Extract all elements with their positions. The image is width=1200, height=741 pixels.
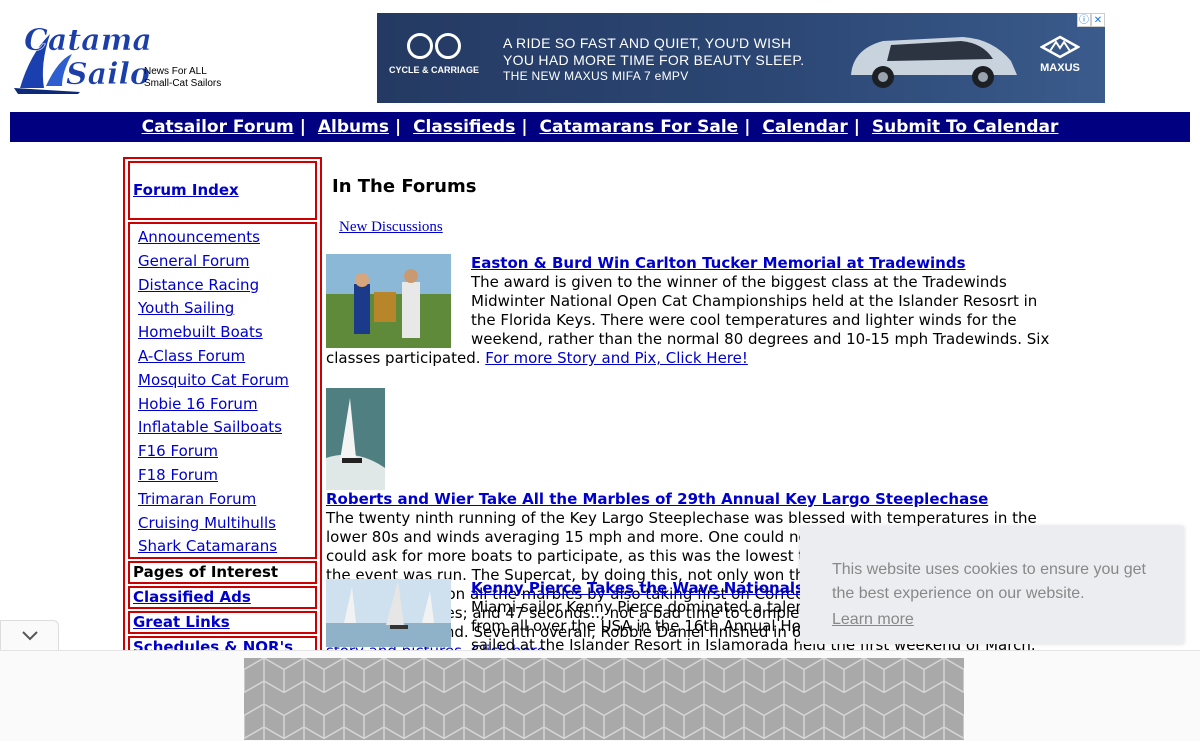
tagline-line-2: Small-Cat Sailors xyxy=(144,78,222,89)
collapse-ad-button[interactable] xyxy=(0,620,59,651)
great-links-link[interactable]: Great Links xyxy=(133,613,230,631)
sidebar-item-mosquito-cat-forum[interactable]: Mosquito Cat Forum xyxy=(138,369,315,393)
sidebar-item-homebuilt-boats[interactable]: Homebuilt Boats xyxy=(138,321,315,345)
pages-of-interest-heading: Pages of Interest xyxy=(133,563,279,581)
article-thumbnail[interactable] xyxy=(326,254,451,348)
article-title[interactable]: Easton & Burd Win Carlton Tucker Memoria… xyxy=(471,254,966,273)
cookie-message: This website uses cookies to ensure you … xyxy=(832,561,1146,602)
sidebar-item-inflatable-sailboats[interactable]: Inflatable Sailboats xyxy=(138,416,315,440)
ad-line-1: A RIDE SO FAST AND QUIET, YOU'D WISH xyxy=(503,35,792,51)
cookie-learn-more-link[interactable]: Learn more xyxy=(832,611,914,629)
sidebar-item-hobie-16-forum[interactable]: Hobie 16 Forum xyxy=(138,393,315,417)
article-thumbnail[interactable] xyxy=(326,388,385,490)
logo-graphic: Catamaran Sailor xyxy=(14,23,209,96)
page-title: In The Forums xyxy=(332,176,477,197)
nav-separator: | xyxy=(744,117,751,137)
site-logo[interactable]: Catamaran Sailor News For ALL Small-Cat … xyxy=(10,14,230,96)
article-thumbnail[interactable] xyxy=(326,579,451,647)
logo-tagline: News For ALL Small-Cat Sailors xyxy=(144,66,221,90)
sidebar-item-announcements[interactable]: Announcements xyxy=(138,226,315,250)
classified-ads-link[interactable]: Classified Ads xyxy=(133,588,251,606)
nav-calendar[interactable]: Calendar xyxy=(762,117,847,137)
sidebar: Forum Index Announcements General Forum … xyxy=(123,157,322,657)
forum-list: Announcements General Forum Distance Rac… xyxy=(128,222,317,559)
sidebar-item-a-class-forum[interactable]: A-Class Forum xyxy=(138,345,315,369)
sidebar-item-f16-forum[interactable]: F16 Forum xyxy=(138,440,315,464)
sidebar-item-trimaran-forum[interactable]: Trimaran Forum xyxy=(138,488,315,512)
ad-pattern-image xyxy=(244,658,964,740)
sidebar-item-cruising-multihulls[interactable]: Cruising Multihulls xyxy=(138,512,315,536)
pages-of-interest-box: Pages of Interest xyxy=(128,561,317,584)
close-icon[interactable]: ✕ xyxy=(1091,13,1105,27)
ad-brand-left: CYCLE & CARRIAGE xyxy=(389,33,479,75)
chevron-down-icon xyxy=(21,631,38,641)
maxus-logo-icon xyxy=(1039,35,1081,59)
nav-separator: | xyxy=(853,117,860,137)
nav-separator: | xyxy=(299,117,306,137)
forum-index-link[interactable]: Forum Index xyxy=(133,181,239,199)
top-banner-ad[interactable]: CYCLE & CARRIAGE A RIDE SO FAST AND QUIE… xyxy=(377,13,1105,103)
ad-line-3: THE NEW MAXUS MIFA 7 eMPV xyxy=(503,69,689,83)
sidebar-item-distance-racing[interactable]: Distance Racing xyxy=(138,274,315,298)
forum-index-box: Forum Index xyxy=(128,161,317,220)
ad-brand-right: MAXUS xyxy=(1025,35,1095,74)
article-title[interactable]: Roberts and Wier Take All the Marbles of… xyxy=(326,490,988,509)
sidebar-item-f18-forum[interactable]: F18 Forum xyxy=(138,464,315,488)
cycle-carriage-logo-icon xyxy=(389,33,479,59)
article-item: Easton & Burd Win Carlton Tucker Memoria… xyxy=(326,254,1066,368)
nav-separator: | xyxy=(521,117,528,137)
bottom-banner-ad[interactable] xyxy=(244,658,964,740)
article-read-more-link[interactable]: For more Story and Pix, Click Here! xyxy=(485,349,748,367)
great-links-box: Great Links xyxy=(128,611,317,634)
ad-brand-left-label: CYCLE & CARRIAGE xyxy=(389,65,480,75)
ad-brand-right-label: MAXUS xyxy=(1040,62,1080,74)
new-discussions-link[interactable]: New Discussions xyxy=(339,218,443,237)
nav-catamarans-for-sale[interactable]: Catamarans For Sale xyxy=(539,117,738,137)
sidebar-item-shark-catamarans[interactable]: Shark Catamarans xyxy=(138,535,315,559)
car-image xyxy=(851,37,1017,88)
classified-ads-box: Classified Ads xyxy=(128,586,317,609)
main-nav: Catsailor Forum | Albums | Classifieds | Ca… xyxy=(10,112,1190,142)
sidebar-item-youth-sailing[interactable]: Youth Sailing xyxy=(138,297,315,321)
ad-controls: ⓘ ✕ xyxy=(1077,13,1105,27)
logo-word-2: Sailor xyxy=(66,57,150,92)
nav-separator: | xyxy=(394,117,402,137)
nav-classifieds[interactable]: Classifieds xyxy=(413,117,515,137)
cookie-banner: This website uses cookies to ensure you … xyxy=(800,526,1184,644)
ad-line-2: YOU HAD MORE TIME FOR BEAUTY SLEEP. xyxy=(503,52,805,68)
info-icon[interactable]: ⓘ xyxy=(1077,13,1091,27)
nav-albums[interactable]: Albums xyxy=(318,117,389,137)
nav-catsailor-forum[interactable]: Catsailor Forum xyxy=(142,117,294,137)
tagline-line-1: News For ALL xyxy=(144,66,207,77)
nav-submit-to-calendar[interactable]: Submit To Calendar xyxy=(872,117,1058,137)
sidebar-item-general-forum[interactable]: General Forum xyxy=(138,250,315,274)
logo-word-1: Catamaran xyxy=(24,23,150,58)
